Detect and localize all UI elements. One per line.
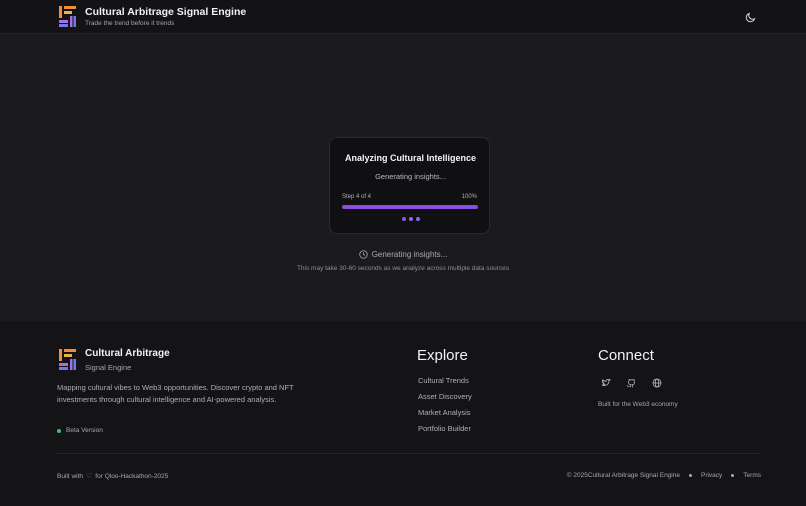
separator-dot bbox=[731, 474, 735, 477]
progress-bar-fill bbox=[342, 205, 478, 209]
clock-icon bbox=[359, 249, 368, 259]
connect-heading: Connect bbox=[598, 347, 654, 364]
globe-icon[interactable] bbox=[652, 378, 662, 388]
app-logo-icon[interactable] bbox=[59, 6, 76, 27]
separator-dot bbox=[688, 474, 692, 477]
footer-logo-icon bbox=[59, 349, 76, 370]
status-note: This may take 30-60 seconds as we analyz… bbox=[296, 265, 510, 272]
status-dot-icon bbox=[57, 428, 61, 433]
explore-link-cultural-trends[interactable]: Cultural Trends bbox=[418, 376, 469, 385]
footer-bottom-links: © 2025Cultural Arbitrage Signal Engine P… bbox=[567, 472, 761, 479]
app-title[interactable]: Cultural Arbitrage Signal Engine bbox=[85, 6, 246, 18]
copyright-text: © 2025Cultural Arbitrage Signal Engine bbox=[566, 472, 680, 479]
loading-dots bbox=[402, 217, 422, 222]
built-with-suffix: for Qloo-Hackathon-2025 bbox=[95, 472, 169, 480]
top-header: Cultural Arbitrage Signal Engine Trade t… bbox=[0, 0, 806, 34]
explore-link-asset-discovery[interactable]: Asset Discovery bbox=[418, 392, 472, 401]
step-label: Step 4 of 4 bbox=[342, 194, 372, 200]
explore-link-portfolio-builder[interactable]: Portfolio Builder bbox=[418, 424, 471, 433]
github-icon[interactable] bbox=[626, 378, 636, 388]
heart-icon: ♡ bbox=[86, 473, 93, 480]
loading-card: Analyzing Cultural Intelligence Generati… bbox=[329, 137, 490, 234]
status-text: Generating insights... bbox=[371, 249, 448, 259]
loading-dot bbox=[409, 217, 413, 221]
terms-link[interactable]: Terms bbox=[743, 472, 761, 479]
footer: Cultural Arbitrage Signal Engine Mapping… bbox=[0, 321, 806, 506]
loading-dot bbox=[402, 217, 406, 221]
built-with-credit: Built with ♡ for Qloo-Hackathon-2025 bbox=[57, 472, 169, 481]
main-content: Analyzing Cultural Intelligence Generati… bbox=[0, 34, 806, 321]
beta-label: Beta Version bbox=[66, 427, 103, 434]
loading-title: Analyzing Cultural Intelligence bbox=[344, 153, 477, 163]
footer-brand-subtitle: Signal Engine bbox=[85, 363, 132, 372]
loading-subtitle: Generating insights... bbox=[375, 172, 446, 181]
beta-badge: Beta Version bbox=[57, 427, 103, 434]
app-tagline: Trade the trend before it trends bbox=[85, 20, 175, 27]
explore-heading: Explore bbox=[417, 347, 468, 364]
moon-icon[interactable] bbox=[745, 11, 757, 23]
twitter-icon[interactable] bbox=[601, 378, 611, 388]
built-with-prefix: Built with bbox=[57, 472, 84, 480]
progress-bar bbox=[342, 205, 478, 209]
footer-brand-title: Cultural Arbitrage bbox=[85, 348, 170, 359]
progress-percent: 100% bbox=[461, 194, 477, 200]
explore-link-market-analysis[interactable]: Market Analysis bbox=[418, 408, 471, 417]
connect-note: Built for the Web3 economy bbox=[598, 401, 678, 408]
status-row: Generating insights... bbox=[0, 248, 806, 260]
privacy-link[interactable]: Privacy bbox=[701, 472, 722, 479]
loading-dot bbox=[416, 217, 420, 221]
footer-divider bbox=[57, 453, 761, 454]
footer-description: Mapping cultural vibes to Web3 opportuni… bbox=[57, 383, 294, 404]
